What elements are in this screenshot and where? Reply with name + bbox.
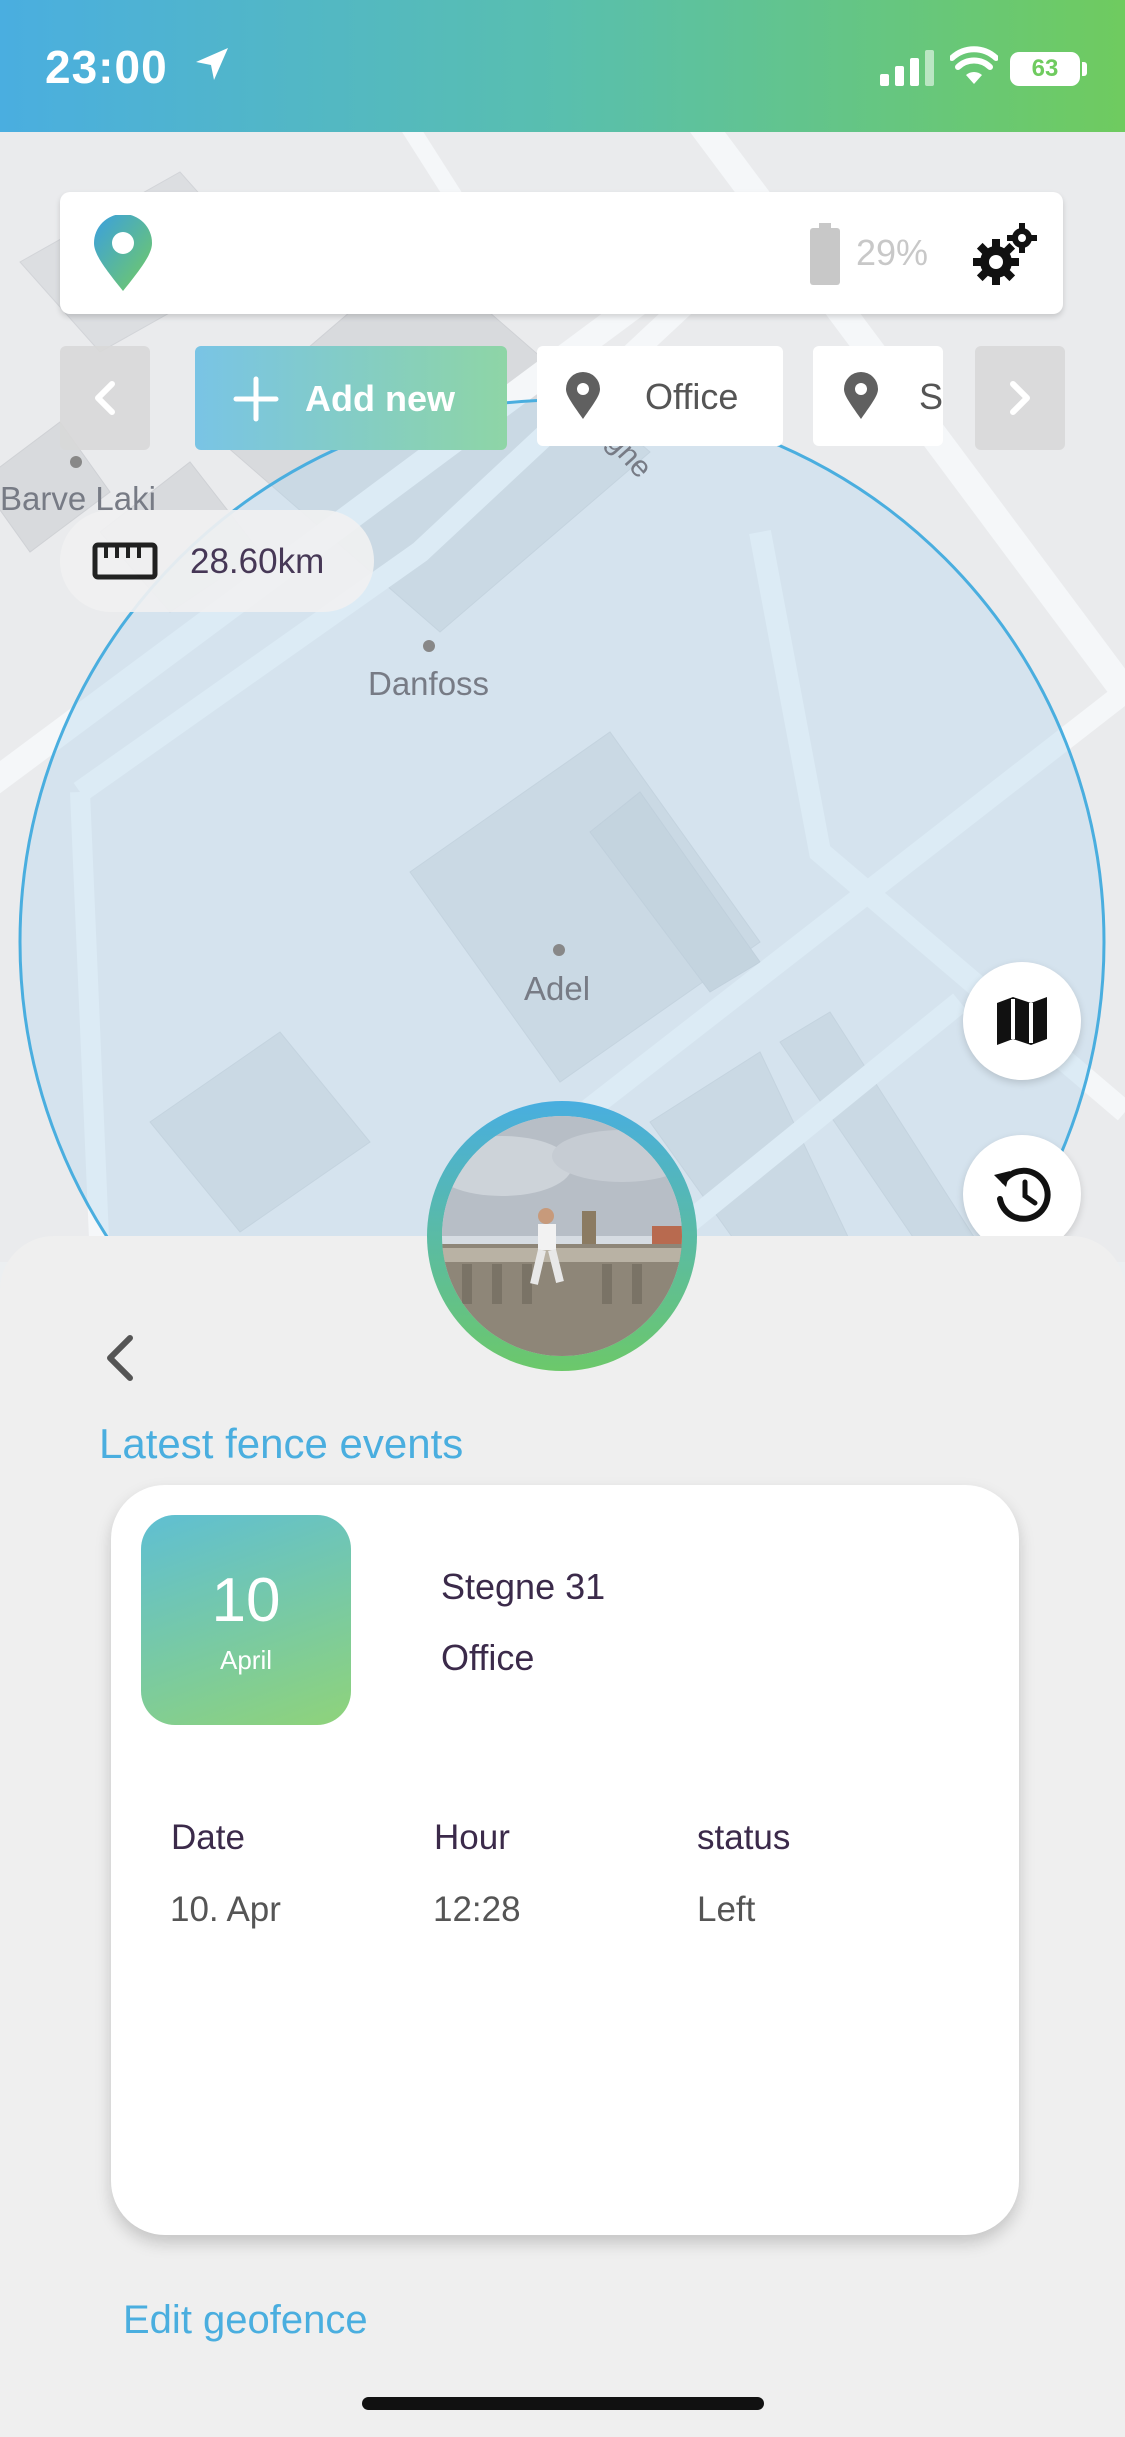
- fence-chip-second[interactable]: Se: [813, 346, 943, 446]
- phone-battery-indicator: 63: [1010, 52, 1080, 86]
- signal-icon: [880, 50, 934, 86]
- fence-chip-label: Office: [645, 376, 739, 417]
- history-icon: [994, 1167, 1051, 1222]
- ruler-icon: [92, 542, 158, 580]
- map-icon: [997, 997, 1047, 1045]
- back-chevron-icon[interactable]: [100, 1330, 140, 1386]
- chips-next-button[interactable]: [975, 346, 1065, 450]
- distance-value: 28.60km: [190, 542, 325, 581]
- device-battery-percent: 29%: [856, 232, 929, 273]
- event-fence-name: Office: [441, 1637, 535, 1678]
- map-type-button[interactable]: [963, 962, 1081, 1080]
- event-month: April: [219, 1645, 272, 1675]
- map-label-danfoss: Danfoss: [368, 665, 490, 702]
- gear-icon[interactable]: [970, 222, 1040, 288]
- wifi-icon: [950, 46, 998, 84]
- add-new-button[interactable]: Add new: [195, 346, 507, 450]
- pin-icon: [844, 372, 878, 419]
- app-logo-pin-icon: [94, 215, 152, 291]
- chevron-left-icon: [95, 381, 115, 415]
- edit-geofence-link[interactable]: Edit geofence: [123, 2298, 368, 2343]
- avatar[interactable]: [442, 1116, 682, 1356]
- avatar-photo: [442, 1116, 682, 1356]
- column-header-status: status: [697, 1818, 791, 1857]
- section-title: Latest fence events: [99, 1420, 464, 1467]
- pin-icon: [566, 372, 600, 419]
- column-header-date: Date: [171, 1818, 245, 1857]
- event-day: 10: [211, 1566, 281, 1635]
- chevron-right-icon: [1010, 381, 1030, 415]
- status-bar: 23:00 63: [0, 0, 1125, 132]
- map-label-adel: Adel: [524, 970, 591, 1007]
- status-time: 23:00: [45, 41, 168, 93]
- add-new-label: Add new: [305, 378, 455, 419]
- event-date-badge: 10 April: [141, 1515, 351, 1725]
- distance-pill: 28.60km: [60, 510, 374, 612]
- location-arrow-icon: [196, 48, 228, 80]
- phone-battery-tip: [1082, 62, 1087, 76]
- chips-prev-button[interactable]: [60, 346, 150, 450]
- device-battery-icon: [810, 223, 840, 285]
- event-hour-value: 12:28: [433, 1890, 521, 1929]
- column-header-hour: Hour: [434, 1818, 510, 1857]
- fence-chip-office[interactable]: Office: [537, 346, 783, 446]
- event-address: Stegne 31: [441, 1566, 606, 1607]
- event-status-value: Left: [697, 1890, 756, 1929]
- event-date-value: 10. Apr: [170, 1890, 281, 1929]
- plus-icon: [233, 376, 279, 422]
- home-indicator[interactable]: [362, 2397, 764, 2410]
- fence-chip-label: Se: [919, 376, 943, 417]
